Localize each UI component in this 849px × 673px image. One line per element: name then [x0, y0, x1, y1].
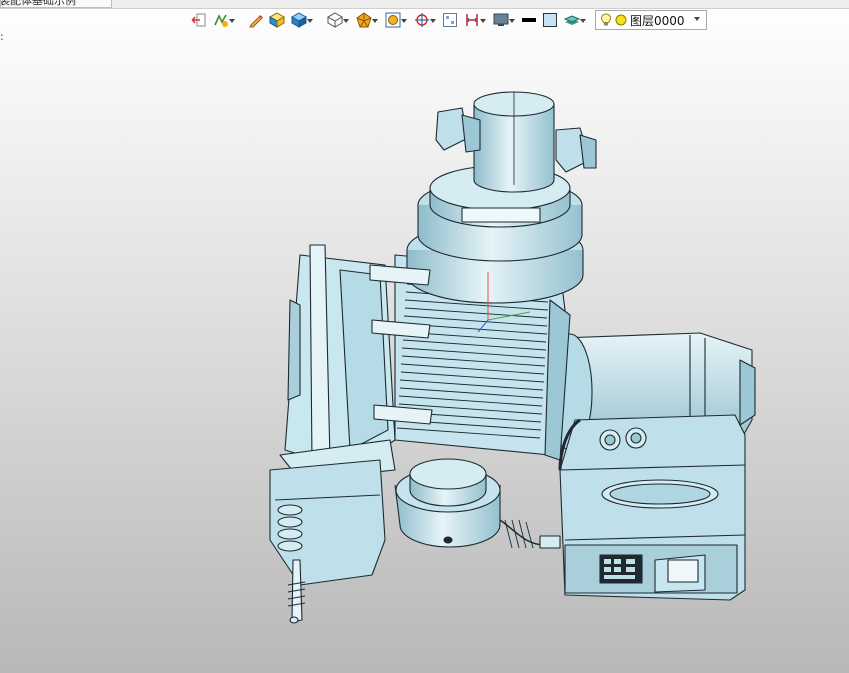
layer-manager-button[interactable]: [562, 11, 588, 29]
chevron-down-icon[interactable]: [694, 17, 700, 21]
model-viewport[interactable]: [0, 32, 849, 673]
grid-button[interactable]: [441, 11, 459, 29]
layer-stack-icon: [564, 15, 580, 25]
wireframe-button[interactable]: [325, 11, 351, 29]
display-button[interactable]: [491, 11, 517, 29]
line-style-button[interactable]: [520, 11, 538, 29]
crosshair-icon: [415, 13, 429, 27]
render-mode-icon: [356, 12, 372, 28]
light-bulb-icon: [600, 13, 612, 26]
view-fit-button[interactable]: [383, 11, 409, 29]
view-fit-icon: [385, 12, 401, 28]
line-style-icon: [522, 18, 536, 22]
view-toolbar: 图层0000: [190, 9, 707, 31]
edit-button[interactable]: [247, 11, 265, 29]
title-strip: [0, 0, 849, 9]
crosshair-button[interactable]: [412, 11, 438, 29]
control-box: [558, 414, 746, 601]
sun-dot-icon: [615, 14, 627, 26]
sketch-tools-button[interactable]: [211, 11, 237, 29]
render-mode-button[interactable]: [354, 11, 380, 29]
exit-sketch-icon: [191, 13, 206, 27]
dimension-icon: [466, 14, 478, 26]
color-swatch-icon: [543, 13, 557, 27]
cube-yellow-icon: [269, 12, 285, 28]
layer-select-value: 图层0000: [630, 13, 685, 28]
dimension-button[interactable]: [462, 11, 488, 29]
shaded-solid-button[interactable]: [268, 11, 286, 29]
shaded-mode-button[interactable]: [289, 11, 315, 29]
cube-blue-icon: [291, 12, 307, 28]
layer-select[interactable]: 图层0000: [595, 10, 707, 30]
grid-icon: [443, 13, 457, 27]
assembly-model: [269, 91, 756, 624]
color-swatch-button[interactable]: [541, 11, 559, 29]
edit-pencil-icon: [249, 15, 263, 28]
lower-gearbox: [269, 459, 386, 624]
document-tab-label: 装配体基础示例: [0, 0, 76, 7]
document-tab[interactable]: 装配体基础示例: [0, 0, 112, 8]
upper-cylinder: [406, 91, 584, 304]
exit-sketch-button[interactable]: [190, 11, 208, 29]
lower-pulley: [394, 458, 561, 549]
sketch-tools-icon: [214, 14, 228, 27]
display-monitor-icon: [493, 13, 509, 26]
wireframe-cube-icon: [327, 12, 343, 28]
